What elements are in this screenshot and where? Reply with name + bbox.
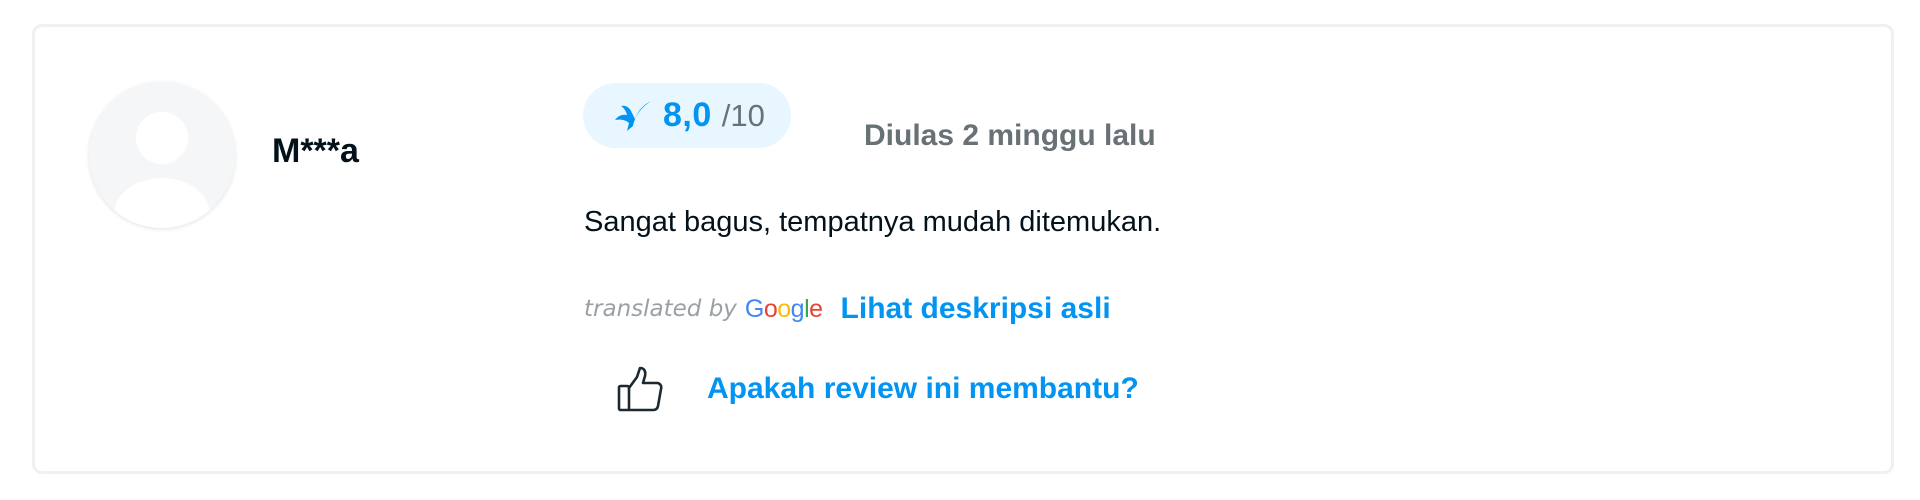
translated-by-label: translated by	[584, 296, 737, 322]
helpful-label[interactable]: Apakah review ini membantu?	[707, 372, 1139, 406]
avatar	[89, 82, 235, 228]
google-logo: Google	[744, 294, 823, 323]
review-card: M***a 8,0 /10 Diulas 2 minggu lalu Sanga…	[32, 24, 1894, 474]
review-text: Sangat bagus, tempatnya mudah ditemukan.	[584, 206, 1162, 238]
reviewer-name: M***a	[272, 132, 359, 170]
traveloka-bird-icon	[615, 100, 651, 131]
score-max: /10	[721, 97, 765, 133]
default-user-avatar-icon	[89, 82, 235, 228]
thumbs-up-icon	[617, 366, 663, 412]
review-date: Diulas 2 minggu lalu	[864, 119, 1156, 152]
see-original-link[interactable]: Lihat deskripsi asli	[841, 292, 1111, 326]
translation-row: translated by Google Lihat deskripsi asl…	[584, 289, 1111, 329]
score-value: 8,0	[663, 96, 712, 134]
score-badge: 8,0 /10	[583, 83, 791, 148]
helpful-button[interactable]: Apakah review ini membantu?	[615, 359, 1139, 419]
